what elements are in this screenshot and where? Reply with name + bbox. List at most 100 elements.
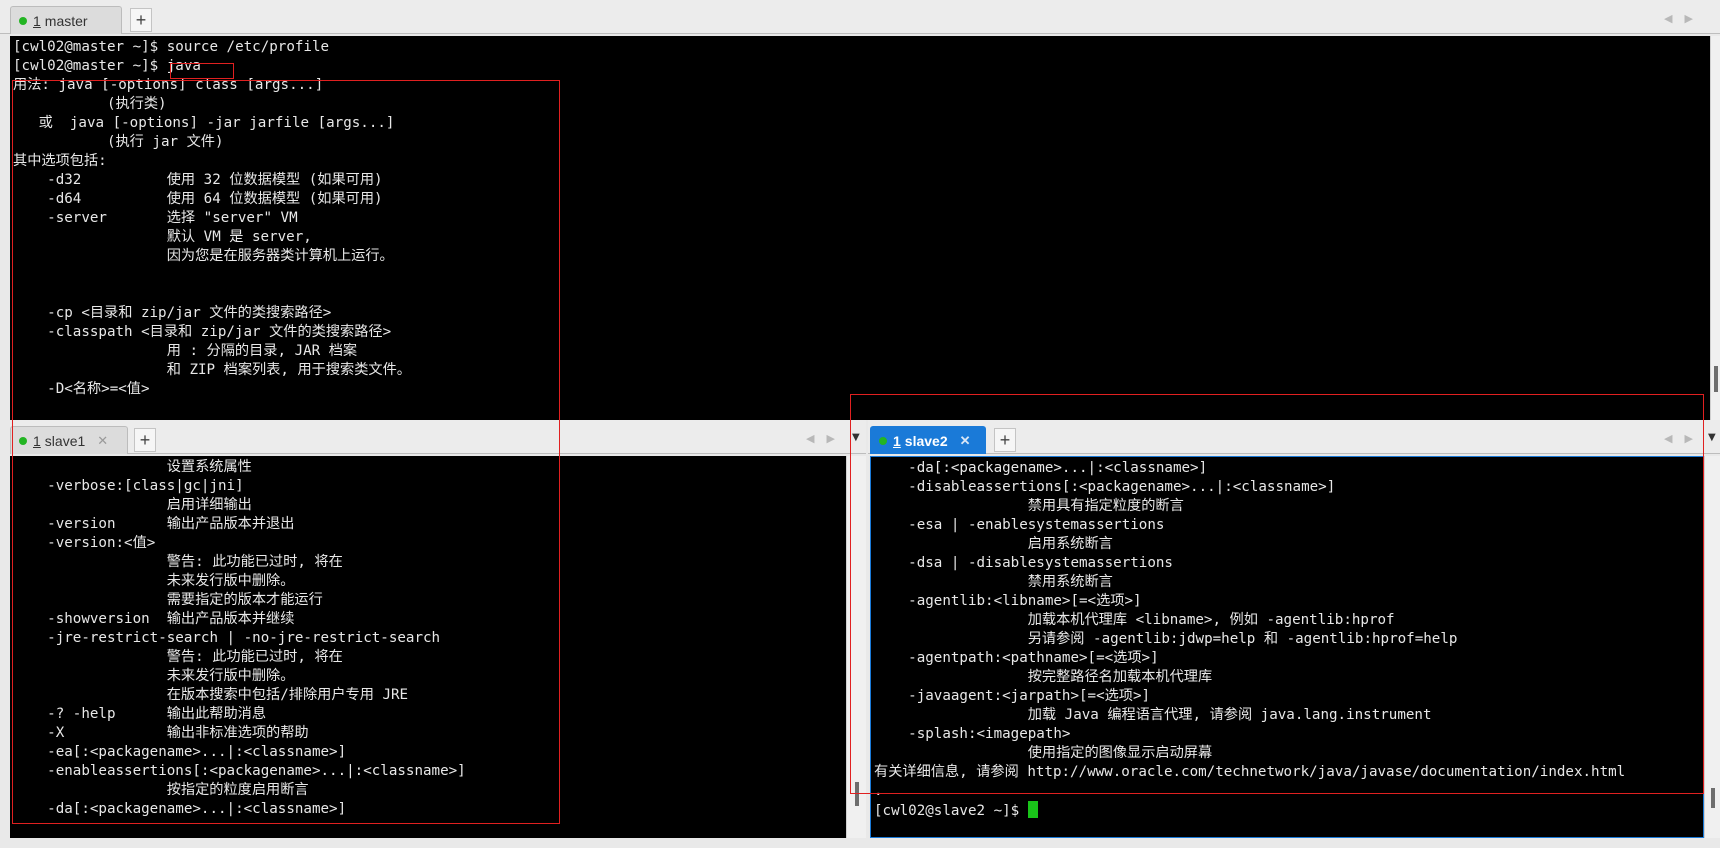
- line: -? -help 输出此帮助消息: [13, 706, 267, 722]
- line: 其中选项包括:: [13, 153, 107, 169]
- slave1-terminal[interactable]: 设置系统属性 -verbose:[class|gc|jni] 启用详细输出 -v…: [10, 456, 846, 838]
- line: 在版本搜索中包括/排除用户专用 JRE: [13, 687, 409, 703]
- line: -D<名称>=<值>: [13, 381, 150, 397]
- master-tabbar: 1 master + ◀▶: [0, 0, 1720, 34]
- line: 未来发行版中删除。: [13, 573, 295, 589]
- new-tab-button[interactable]: +: [994, 428, 1016, 452]
- line: 警告: 此功能已过时, 将在: [13, 649, 343, 665]
- tab-number: 1: [893, 432, 901, 449]
- line: -da[:<packagename>...|:<classname>]: [13, 801, 347, 817]
- master-scrollbar[interactable]: [1710, 36, 1720, 420]
- connected-status-icon: [19, 436, 27, 445]
- line: -d64 使用 64 位数据模型 (如果可用): [13, 191, 383, 207]
- tab-master[interactable]: 1 master: [10, 6, 122, 34]
- line: 使用指定的图像显示启动屏幕: [874, 745, 1213, 761]
- connected-status-icon: [19, 16, 27, 25]
- line: -dsa | -disablesystemassertions: [874, 555, 1173, 571]
- line: 需要指定的版本才能运行: [13, 592, 323, 608]
- next-arrow-icon[interactable]: ▶: [1684, 12, 1704, 25]
- line: 加载 Java 编程语言代理, 请参阅 java.lang.instrument: [874, 707, 1432, 723]
- tab-label: master: [44, 12, 88, 29]
- tab-label: slave2: [904, 432, 948, 449]
- line: 禁用具有指定粒度的断言: [874, 498, 1184, 514]
- line: 另请参阅 -agentlib:jdwp=help 和 -agentlib:hpr…: [874, 631, 1458, 647]
- tab-scroll-arrows[interactable]: ◀▶: [806, 432, 847, 445]
- next-arrow-icon[interactable]: ▶: [826, 432, 846, 445]
- line: -javaagent:<jarpath>[=<选项>]: [874, 688, 1151, 704]
- line: 禁用系统断言: [874, 574, 1113, 590]
- scrollbar-thumb[interactable]: [855, 782, 859, 806]
- slave1-scrollbar[interactable]: [846, 456, 866, 838]
- line: -enableassertions[:<packagename>...|:<cl…: [13, 763, 466, 779]
- line: -version:<值>: [13, 535, 156, 551]
- line: .: [874, 783, 883, 799]
- line: 和 ZIP 档案列表, 用于搜索类文件。: [13, 362, 411, 378]
- prev-arrow-icon[interactable]: ◀: [1664, 432, 1684, 445]
- line: -agentpath:<pathname>[=<选项>]: [874, 650, 1159, 666]
- line: 用法: java [-options] class [args...]: [13, 77, 324, 93]
- close-icon[interactable]: ✕: [97, 433, 108, 449]
- line: -X 输出非标准选项的帮助: [13, 725, 309, 741]
- line: 或 java [-options] -jar jarfile [args...]: [13, 115, 395, 131]
- tab-scroll-arrows[interactable]: ◀▶: [1664, 432, 1705, 445]
- scrollbar-thumb[interactable]: [1711, 788, 1715, 808]
- plus-icon: +: [999, 429, 1011, 450]
- tab-label: slave1: [44, 432, 86, 449]
- connected-status-icon: [879, 436, 887, 445]
- line: -cp <目录和 zip/jar 文件的类搜索路径>: [13, 305, 332, 321]
- line: [cwl02@master ~]$ source /etc/profile: [13, 39, 330, 55]
- line: 用 : 分隔的目录, JAR 档案: [13, 343, 358, 359]
- new-tab-button[interactable]: +: [130, 8, 152, 32]
- line: (执行类): [13, 96, 167, 112]
- line: 因为您是在服务器类计算机上运行。: [13, 248, 394, 264]
- tab-scroll-arrows[interactable]: ◀▶: [1664, 12, 1705, 25]
- slave1-tabbar: 1 slave1 ✕ + ◀▶ ▼: [10, 420, 866, 454]
- chevron-down-icon[interactable]: ▼: [852, 432, 860, 443]
- line: 启用详细输出: [13, 497, 252, 513]
- line: -verbose:[class|gc|jni]: [13, 478, 244, 494]
- line: 有关详细信息, 请参阅 http://www.oracle.com/techne…: [874, 764, 1626, 780]
- line: 设置系统属性: [13, 459, 252, 475]
- line: -agentlib:<libname>[=<选项>]: [874, 593, 1142, 609]
- line: (执行 jar 文件): [13, 134, 224, 150]
- line: 启用系统断言: [874, 536, 1113, 552]
- line: -classpath <目录和 zip/jar 文件的类搜索路径>: [13, 324, 392, 340]
- slave2-tabbar: 1 slave2 ✕ + ◀▶ ▼: [868, 420, 1720, 454]
- tab-number: 1: [33, 12, 41, 29]
- prev-arrow-icon[interactable]: ◀: [806, 432, 826, 445]
- terminal-output: -da[:<packagename>...|:<classname>] -dis…: [874, 459, 1625, 821]
- next-arrow-icon[interactable]: ▶: [1684, 432, 1704, 445]
- line: -server 选择 "server" VM: [13, 210, 298, 226]
- tab-slave1[interactable]: 1 slave1 ✕: [10, 426, 128, 454]
- slave2-scrollbar[interactable]: [1704, 456, 1720, 838]
- tab-slave2[interactable]: 1 slave2 ✕: [870, 426, 986, 454]
- line: -version 输出产品版本并退出: [13, 516, 295, 532]
- prev-arrow-icon[interactable]: ◀: [1664, 12, 1684, 25]
- line: 加载本机代理库 <libname>, 例如 -agentlib:hprof: [874, 612, 1395, 628]
- line: 按完整路径名加载本机代理库: [874, 669, 1213, 685]
- terminal-output: [cwl02@master ~]$ source /etc/profile [c…: [13, 38, 411, 399]
- line: -showversion 输出产品版本并继续: [13, 611, 295, 627]
- close-icon[interactable]: ✕: [960, 433, 971, 449]
- line: -da[:<packagename>...|:<classname>]: [874, 460, 1208, 476]
- line: -jre-restrict-search | -no-jre-restrict-…: [13, 630, 441, 646]
- slave2-terminal[interactable]: -da[:<packagename>...|:<classname>] -dis…: [870, 456, 1704, 838]
- master-terminal[interactable]: [cwl02@master ~]$ source /etc/profile [c…: [10, 36, 1710, 420]
- scrollbar-thumb[interactable]: [1714, 366, 1718, 392]
- line: -esa | -enablesystemassertions: [874, 517, 1165, 533]
- line: 警告: 此功能已过时, 将在: [13, 554, 343, 570]
- line: -disableassertions[:<packagename>...|:<c…: [874, 479, 1336, 495]
- line: [cwl02@master ~]$ java: [13, 58, 201, 74]
- terminal-output: 设置系统属性 -verbose:[class|gc|jni] 启用详细输出 -v…: [13, 458, 466, 819]
- line: 默认 VM 是 server,: [13, 229, 312, 245]
- line: -splash:<imagepath>: [874, 726, 1071, 742]
- prompt: [cwl02@slave2 ~]$: [874, 803, 1028, 819]
- plus-icon: +: [135, 9, 147, 30]
- chevron-down-icon[interactable]: ▼: [1708, 432, 1716, 443]
- plus-icon: +: [139, 429, 151, 450]
- line: 按指定的粒度启用断言: [13, 782, 309, 798]
- new-tab-button[interactable]: +: [134, 428, 156, 452]
- line: 未来发行版中删除。: [13, 668, 295, 684]
- line: -ea[:<packagename>...|:<classname>]: [13, 744, 347, 760]
- line: -d32 使用 32 位数据模型 (如果可用): [13, 172, 383, 188]
